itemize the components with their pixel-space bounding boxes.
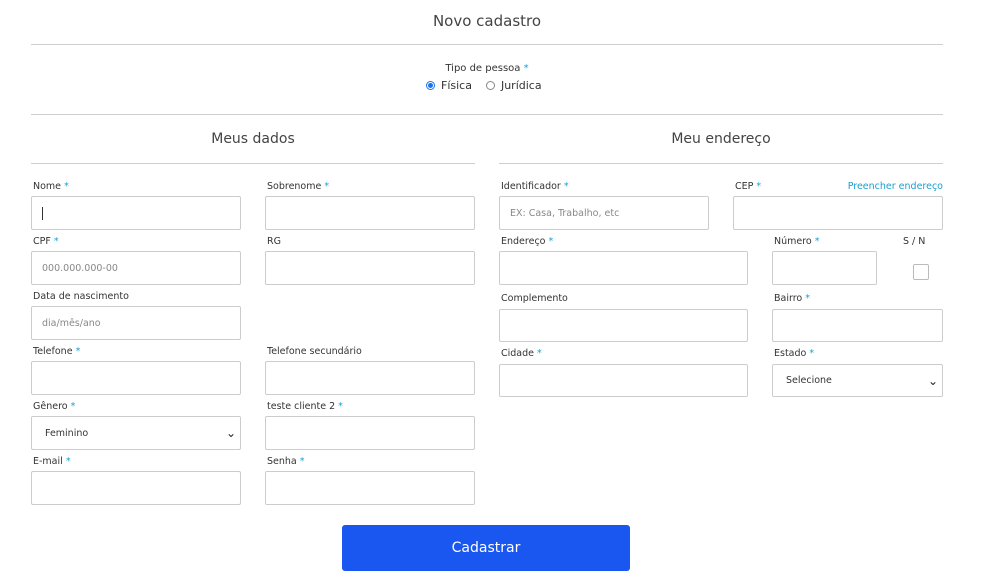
sn-label: S / N <box>903 236 926 247</box>
tipo-pessoa-text: Tipo de pessoa <box>445 63 521 74</box>
genero-label: Gênero * <box>33 401 76 412</box>
chevron-down-icon: ⌄ <box>225 426 236 440</box>
nome-label: Nome * <box>33 181 69 192</box>
estado-select[interactable]: Selecione ⌄ <box>772 364 943 397</box>
identificador-input[interactable]: EX: Casa, Trabalho, etc <box>499 196 709 230</box>
radio-fisica[interactable] <box>426 81 435 90</box>
telefone2-input[interactable] <box>265 361 475 395</box>
estado-value: Selecione <box>786 375 832 386</box>
meus-dados-divider <box>31 163 475 164</box>
text-cursor <box>42 206 43 220</box>
radio-juridica[interactable] <box>485 81 495 90</box>
radio-fisica-label[interactable]: Física <box>441 79 472 92</box>
identificador-label: Identificador * <box>501 181 569 192</box>
telefone-label: Telefone * <box>33 346 81 357</box>
sobrenome-input[interactable] <box>265 196 475 230</box>
cpf-placeholder: 000.000.000-00 <box>42 262 118 274</box>
cidade-input[interactable] <box>499 364 748 397</box>
telefone2-label: Telefone secundário <box>267 346 362 357</box>
teste-label: teste cliente 2 * <box>267 401 343 412</box>
cidade-label: Cidade * <box>501 348 542 359</box>
genero-select[interactable]: Feminino ⌄ <box>31 416 241 450</box>
endereco-label: Endereço * <box>501 236 554 247</box>
required-mark: * <box>523 63 529 74</box>
page-title: Novo cadastro <box>432 12 542 30</box>
complemento-input[interactable] <box>499 309 748 342</box>
tipo-pessoa-label: Tipo de pessoa * <box>0 63 974 74</box>
cpf-label: CPF * <box>33 236 59 247</box>
email-input[interactable] <box>31 471 241 505</box>
nascimento-input[interactable]: dia/mês/ano <box>31 306 241 340</box>
meus-dados-title: Meus dados <box>211 131 295 147</box>
preencher-endereco-link[interactable]: Preencher endereço <box>840 181 943 192</box>
estado-label: Estado * <box>774 348 815 359</box>
bairro-label: Bairro * <box>774 293 811 304</box>
sn-checkbox[interactable] <box>913 264 929 280</box>
rg-label: RG <box>267 236 281 247</box>
radio-juridica-label[interactable]: Jurídica <box>501 79 542 92</box>
tipo-divider <box>31 114 943 115</box>
email-label: E-mail * <box>33 456 71 467</box>
cep-label: CEP * <box>735 181 762 192</box>
senha-input[interactable] <box>265 471 475 505</box>
numero-input[interactable] <box>772 251 877 285</box>
nome-input[interactable] <box>31 196 241 230</box>
identificador-placeholder: EX: Casa, Trabalho, etc <box>510 207 620 219</box>
teste-input[interactable] <box>265 416 475 450</box>
tipo-pessoa-options: Física Jurídica <box>426 79 542 92</box>
nascimento-label: Data de nascimento <box>33 291 129 302</box>
cpf-input[interactable]: 000.000.000-00 <box>31 251 241 285</box>
endereco-input[interactable] <box>499 251 748 285</box>
chevron-down-icon: ⌄ <box>927 373 938 388</box>
rg-input[interactable] <box>265 251 475 285</box>
cep-input[interactable] <box>733 196 943 230</box>
endereco-divider <box>499 163 943 164</box>
genero-value: Feminino <box>45 427 89 439</box>
telefone-input[interactable] <box>31 361 241 395</box>
sobrenome-label: Sobrenome * <box>267 181 330 192</box>
complemento-label: Complemento <box>501 293 568 304</box>
endereco-title: Meu endereço <box>671 131 771 147</box>
numero-label: Número * <box>774 236 820 247</box>
senha-label: Senha * <box>267 456 305 467</box>
cadastrar-button[interactable]: Cadastrar <box>342 525 630 571</box>
bairro-input[interactable] <box>772 309 943 342</box>
nascimento-placeholder: dia/mês/ano <box>42 317 101 329</box>
header-divider <box>31 44 943 45</box>
